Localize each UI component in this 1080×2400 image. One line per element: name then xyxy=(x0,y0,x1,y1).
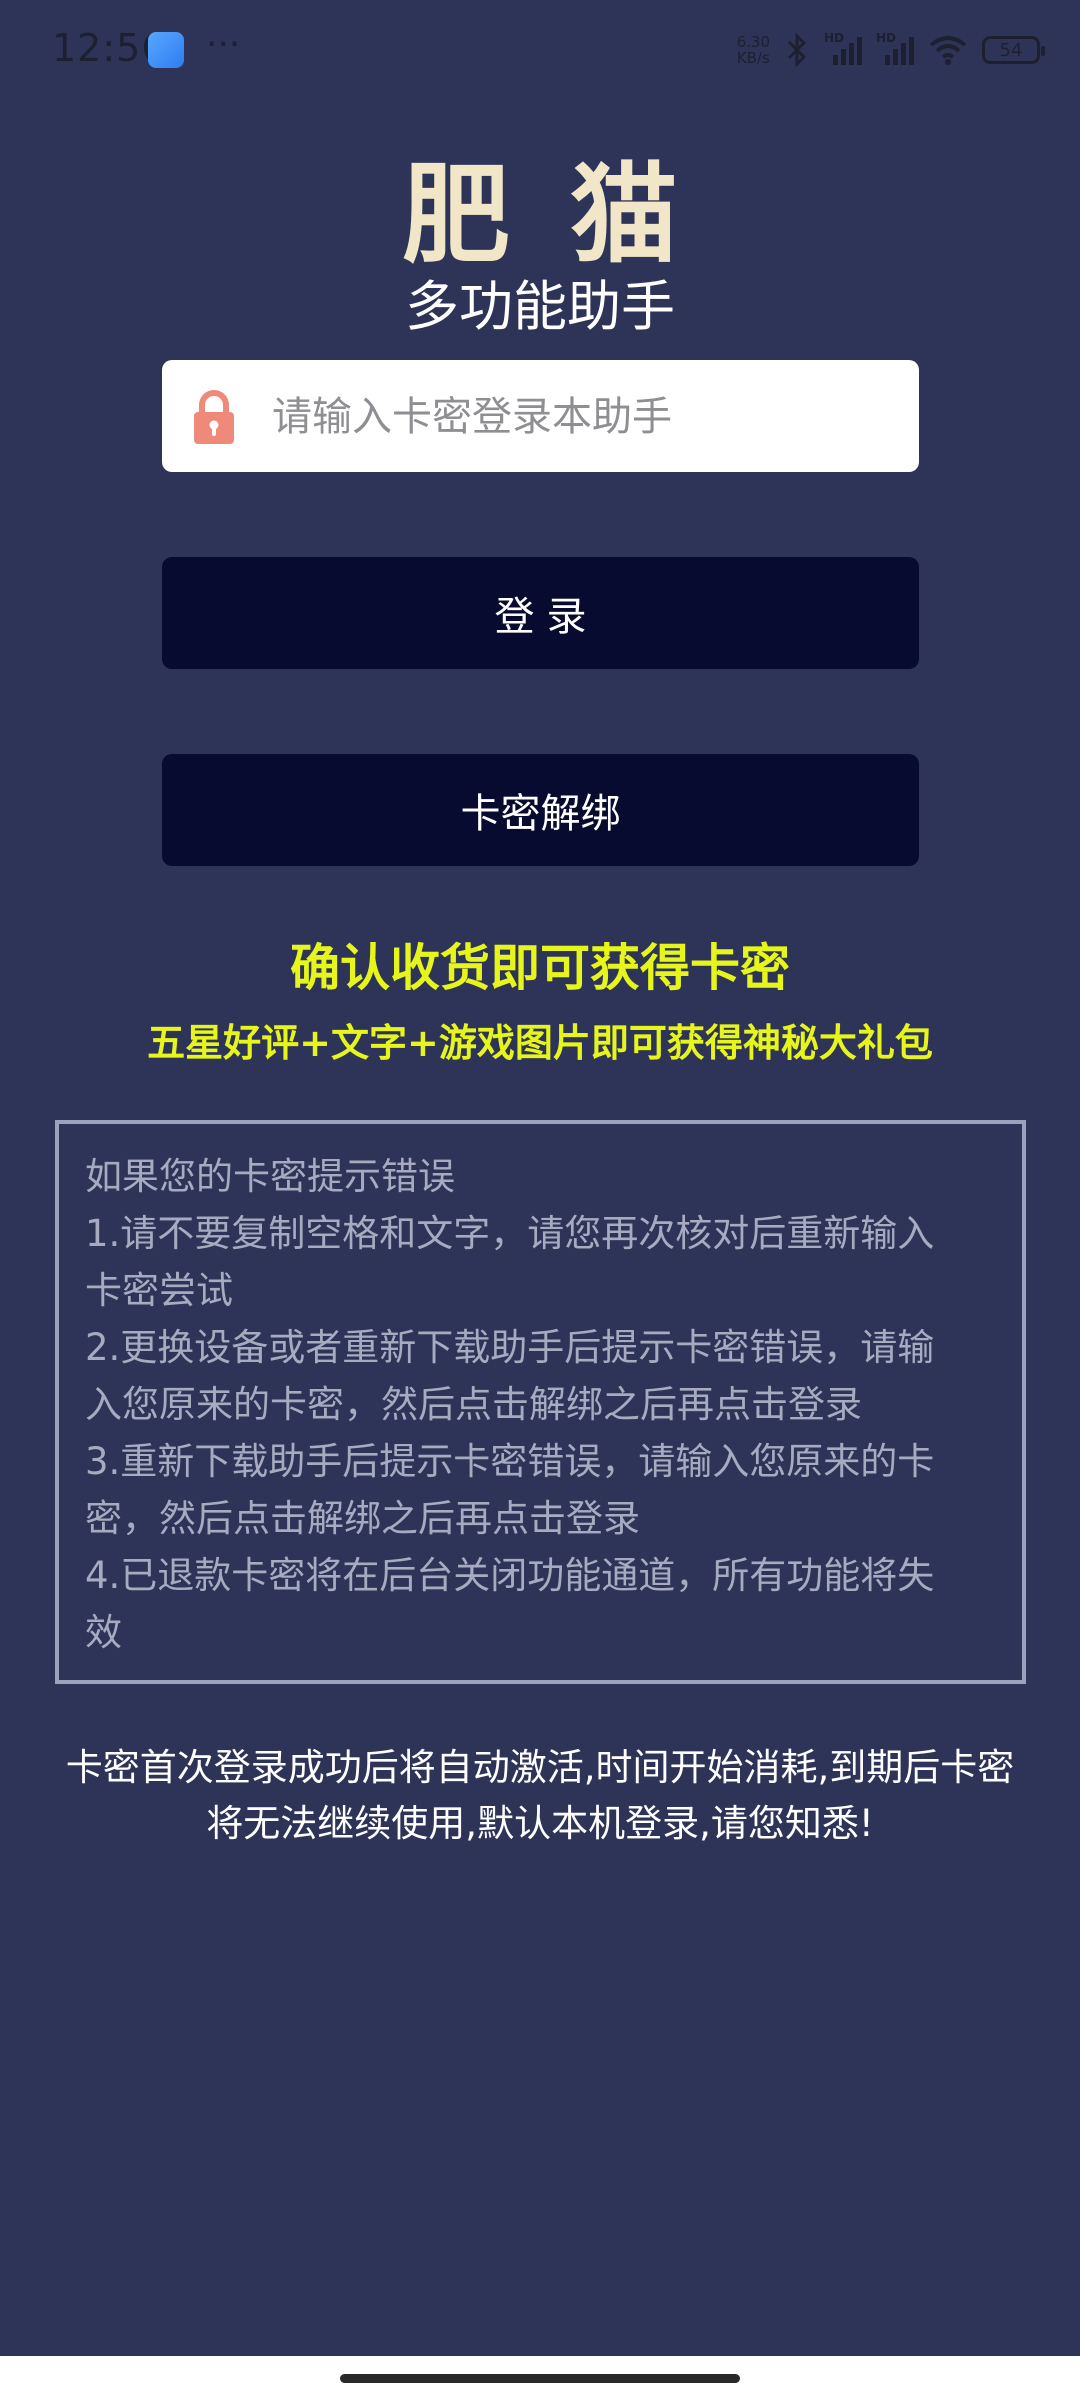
more-notifications-icon: ··· xyxy=(206,24,241,65)
card-key-input[interactable] xyxy=(270,360,894,474)
hd-label-1: HD xyxy=(824,31,845,45)
home-indicator[interactable] xyxy=(340,2374,740,2383)
help-line: 1.请不要复制空格和文字，请您再次核对后重新输入 xyxy=(85,1212,935,1255)
help-line: 4.已退款卡密将在后台关闭功能通道，所有功能将失 xyxy=(85,1554,935,1597)
help-box: 如果您的卡密提示错误 1.请不要复制空格和文字，请您再次核对后重新输入 卡密尝试… xyxy=(55,1120,1026,1684)
network-speed: 6.30 KB/s xyxy=(737,34,770,66)
signal-strength-sim2-icon: HD xyxy=(876,31,914,65)
help-line: 3.重新下载助手后提示卡密错误，请输入您原来的卡 xyxy=(85,1440,935,1483)
app-title: 肥猫 xyxy=(401,153,738,278)
status-icons: 6.30 KB/s HD HD 54 xyxy=(737,28,1045,72)
lock-icon xyxy=(194,390,234,444)
help-line: 2.更换设备或者重新下载助手后提示卡密错误，请输 xyxy=(85,1326,935,1369)
help-line: 入您原来的卡密，然后点击解绑之后再点击登录 xyxy=(85,1383,862,1426)
hd-label-2: HD xyxy=(876,31,897,45)
network-speed-unit: KB/s xyxy=(736,49,770,67)
activation-notice-line-2: 将无法继续使用,默认本机登录,请您知悉! xyxy=(206,1802,874,1845)
help-line: 效 xyxy=(85,1611,122,1654)
battery-level: 54 xyxy=(999,39,1023,61)
status-bar: 12:56 ··· 6.30 KB/s HD HD 54 xyxy=(0,0,1080,100)
wifi-icon xyxy=(929,36,967,65)
unbind-card-key-button[interactable]: 卡密解绑 xyxy=(162,754,919,866)
signal-strength-sim1-icon: HD xyxy=(824,31,862,65)
help-line: 如果您的卡密提示错误 xyxy=(85,1155,455,1198)
activation-notice-line-1: 卡密首次登录成功后将自动激活,时间开始消耗,到期后卡密 xyxy=(65,1746,1015,1789)
app-subtitle: 多功能助手 xyxy=(405,275,675,338)
activation-notice: 卡密首次登录成功后将自动激活,时间开始消耗,到期后卡密 将无法继续使用,默认本机… xyxy=(60,1740,1020,1852)
card-key-input-container[interactable] xyxy=(162,360,919,474)
promo-subline: 五星好评+文字+游戏图片即可获得神秘大礼包 xyxy=(147,1021,933,1065)
battery-icon: 54 xyxy=(982,36,1045,64)
bluetooth-icon xyxy=(787,33,807,67)
weather-app-icon xyxy=(148,32,184,68)
help-line: 卡密尝试 xyxy=(85,1269,233,1312)
help-line: 密，然后点击解绑之后再点击登录 xyxy=(85,1497,640,1540)
network-speed-value: 6.30 xyxy=(736,33,770,51)
login-button[interactable]: 登录 xyxy=(162,557,919,669)
promo-headline: 确认收货即可获得卡密 xyxy=(290,939,790,997)
